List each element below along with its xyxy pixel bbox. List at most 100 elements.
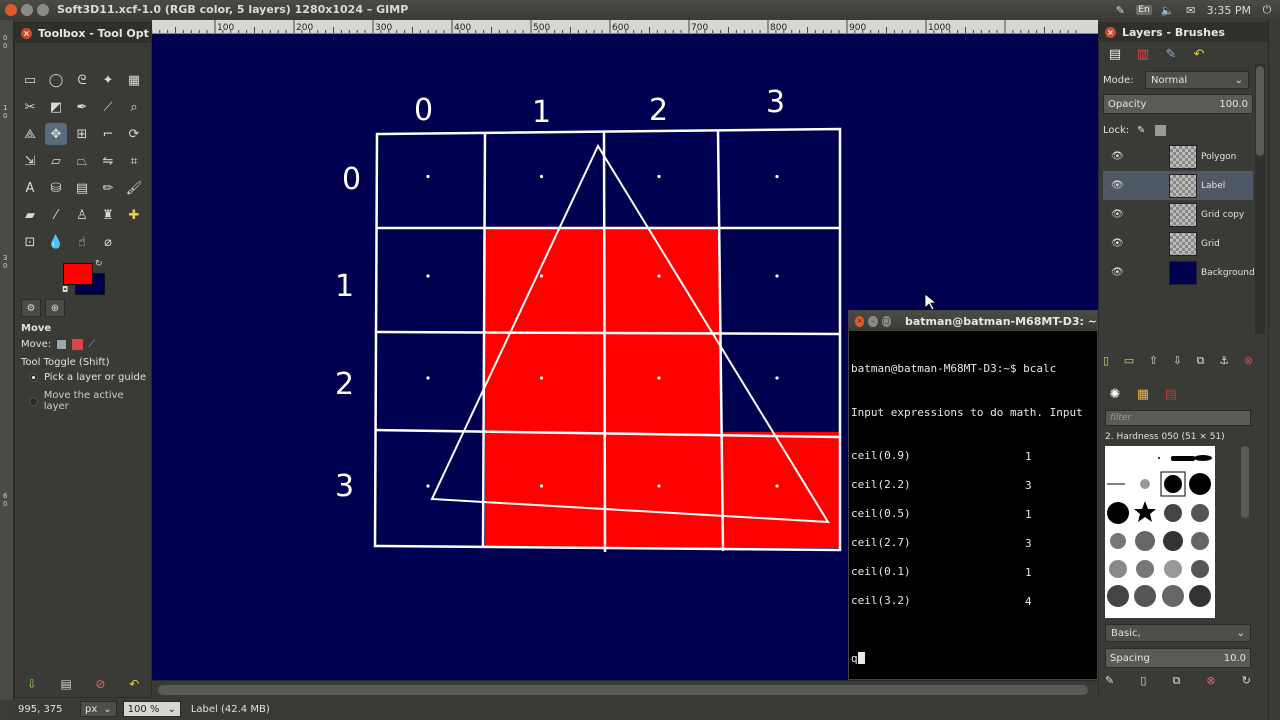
window-minimize-button[interactable] <box>21 4 33 16</box>
terminal-input-line[interactable]: q <box>851 652 1097 667</box>
perspective-clone-tool-icon[interactable]: ⊡ <box>19 231 41 253</box>
zoom-tool-icon[interactable]: ⌕ <box>123 96 145 118</box>
ink-tool-icon[interactable]: ♙ <box>71 204 93 226</box>
scale-tool-icon[interactable]: ⇲ <box>19 150 41 172</box>
move-selection-mode-icon[interactable] <box>72 339 84 350</box>
layer-row[interactable]: 👁 Grid copy <box>1103 200 1253 229</box>
layer-visibility-eye-icon[interactable]: 👁 <box>1111 238 1124 249</box>
bucket-fill-tool-icon[interactable]: ⛁ <box>45 177 67 199</box>
spacing-slider[interactable]: Spacing 10.0 <box>1105 648 1251 668</box>
canvas-scroll-thumb[interactable] <box>158 685 1088 695</box>
volume-icon[interactable]: 🔈 <box>1161 3 1175 17</box>
ellipse-select-tool-icon[interactable]: ◯ <box>45 69 67 91</box>
terminal-output[interactable]: batman@batman-M68MT-D3:~$ bcalc Input ex… <box>849 331 1097 679</box>
duplicate-layer-icon[interactable]: ⧉ <box>1197 354 1205 368</box>
duplicate-brush-icon[interactable]: ⧉ <box>1172 674 1180 688</box>
fuzzy-select-tool-icon[interactable]: ✦ <box>97 69 119 91</box>
move-path-mode-icon[interactable]: ⟋ <box>88 339 95 350</box>
foreground-select-tool-icon[interactable]: ◩ <box>45 96 67 118</box>
layer-thumbnail[interactable] <box>1169 173 1197 198</box>
layer-thumbnail[interactable] <box>1169 231 1197 256</box>
measure-tool-icon[interactable]: ⟁ <box>19 123 41 145</box>
terminal-maximize-icon[interactable]: □ <box>881 315 891 327</box>
device-status-tab-icon[interactable]: ⊕ <box>45 299 65 317</box>
paintbrush-tool-icon[interactable]: 🖌 <box>123 177 145 199</box>
reset-tool-icon[interactable]: ↶ <box>129 677 139 691</box>
move-layer-mode-icon[interactable] <box>56 339 68 350</box>
layer-thumbnail[interactable] <box>1169 144 1197 169</box>
power-icon[interactable]: ⏻ <box>1260 3 1274 17</box>
layer-name[interactable]: Background <box>1201 268 1255 278</box>
brushes-tab-icon[interactable]: ✺ <box>1105 384 1125 404</box>
layer-visibility-eye-icon[interactable]: 👁 <box>1111 267 1124 278</box>
terminal-minimize-icon[interactable]: – <box>868 315 878 327</box>
perspective-tool-icon[interactable]: ⏢ <box>71 150 93 172</box>
radio-pick-layer[interactable]: Pick a layer or guide <box>29 372 147 383</box>
clone-tool-icon[interactable]: ♜ <box>97 204 119 226</box>
anchor-layer-icon[interactable]: ⚓ <box>1219 354 1229 368</box>
layers-dock-close-icon[interactable]: × <box>1105 26 1116 38</box>
reset-colors-icon[interactable]: ◘ <box>62 285 68 294</box>
layer-visibility-eye-icon[interactable]: 👁 <box>1111 209 1124 220</box>
crop-tool-icon[interactable]: ⌐ <box>97 123 119 145</box>
cage-tool-icon[interactable]: ⌗ <box>123 150 145 172</box>
clock[interactable]: 3:35 PM <box>1207 4 1251 17</box>
heal-tool-icon[interactable]: ✚ <box>123 204 145 226</box>
save-tool-preset-icon[interactable]: ⇩ <box>27 677 37 691</box>
align-tool-icon[interactable]: ⊞ <box>71 123 93 145</box>
eraser-tool-icon[interactable]: ▰ <box>19 204 41 226</box>
free-select-tool-icon[interactable]: ᘓ <box>71 69 93 91</box>
raise-layer-icon[interactable]: ⇧ <box>1149 354 1158 368</box>
layer-name[interactable]: Grid copy <box>1201 210 1244 220</box>
layer-name[interactable]: Grid <box>1201 239 1220 249</box>
layer-visibility-eye-icon[interactable]: 👁 <box>1111 151 1124 162</box>
brush-grid[interactable] <box>1105 446 1215 618</box>
color-select-tool-icon[interactable]: ▦ <box>123 69 145 91</box>
layer-name[interactable]: Label <box>1201 181 1225 191</box>
dodge-burn-tool-icon[interactable]: ⌀ <box>97 231 119 253</box>
window-maximize-button[interactable] <box>37 4 49 16</box>
scissors-tool-icon[interactable]: ✂ <box>19 96 41 118</box>
brush-scrollbar[interactable] <box>1241 446 1249 518</box>
paths-tool-icon[interactable]: ✒ <box>71 96 93 118</box>
mode-dropdown[interactable]: Normal ⌄ <box>1145 71 1249 89</box>
window-close-button[interactable] <box>5 4 17 16</box>
airbrush-tool-icon[interactable]: ⁄ <box>45 204 67 226</box>
text-tool-icon[interactable]: A <box>19 177 41 199</box>
delete-layer-icon[interactable]: ⊗ <box>1244 354 1253 368</box>
move-tool-icon[interactable]: ✥ <box>45 123 67 145</box>
toolbox-close-icon[interactable]: × <box>21 27 32 39</box>
layers-scroll-thumb[interactable] <box>1256 66 1264 156</box>
layer-visibility-eye-icon[interactable]: 👁 <box>1111 180 1124 191</box>
keyboard-layout-indicator[interactable]: En <box>1136 5 1152 15</box>
undo-history-tab-icon[interactable]: ↶ <box>1189 44 1209 64</box>
layers-scrollbar[interactable] <box>1255 64 1265 334</box>
new-layer-icon[interactable]: ▯ <box>1103 354 1109 368</box>
blend-tool-icon[interactable]: ▤ <box>71 177 93 199</box>
smudge-tool-icon[interactable]: ☝ <box>71 231 93 253</box>
layer-row[interactable]: 👁 Grid <box>1103 229 1253 258</box>
radio-pick-layer-dot[interactable] <box>29 373 38 382</box>
layer-row[interactable]: 👁 Background <box>1103 258 1255 287</box>
canvas-horizontal-scrollbar[interactable] <box>152 680 1098 698</box>
terminal-window[interactable]: × – □ batman@batman-M68MT-D3: ~ batman@b… <box>848 310 1098 680</box>
foreground-color-swatch[interactable] <box>63 263 93 285</box>
color-picker-tool-icon[interactable]: ⟋ <box>97 96 119 118</box>
unit-dropdown[interactable]: px ⌄ <box>80 701 117 717</box>
paths-tab-icon[interactable]: ✎ <box>1161 44 1181 64</box>
rotate-tool-icon[interactable]: ⟳ <box>123 123 145 145</box>
zoom-dropdown[interactable]: 100 % ⌄ <box>122 701 181 717</box>
radio-move-active-layer[interactable]: Move the active layer <box>29 390 147 412</box>
flip-tool-icon[interactable]: ⇋ <box>97 150 119 172</box>
terminal-close-icon[interactable]: × <box>855 315 865 327</box>
shear-tool-icon[interactable]: ▱ <box>45 150 67 172</box>
delete-brush-icon[interactable]: ⊗ <box>1206 674 1215 688</box>
brush-filter-input[interactable]: filter <box>1105 410 1251 426</box>
delete-preset-icon[interactable]: ⊘ <box>95 677 105 691</box>
lock-alpha-icon[interactable] <box>1155 124 1167 136</box>
dropbox-icon[interactable]: ✎ <box>1113 3 1127 17</box>
blur-tool-icon[interactable]: 💧 <box>45 231 67 253</box>
layer-thumbnail[interactable] <box>1169 202 1197 227</box>
pencil-tool-icon[interactable]: ✏ <box>97 177 119 199</box>
lock-pixels-icon[interactable]: ✎ <box>1137 125 1145 136</box>
